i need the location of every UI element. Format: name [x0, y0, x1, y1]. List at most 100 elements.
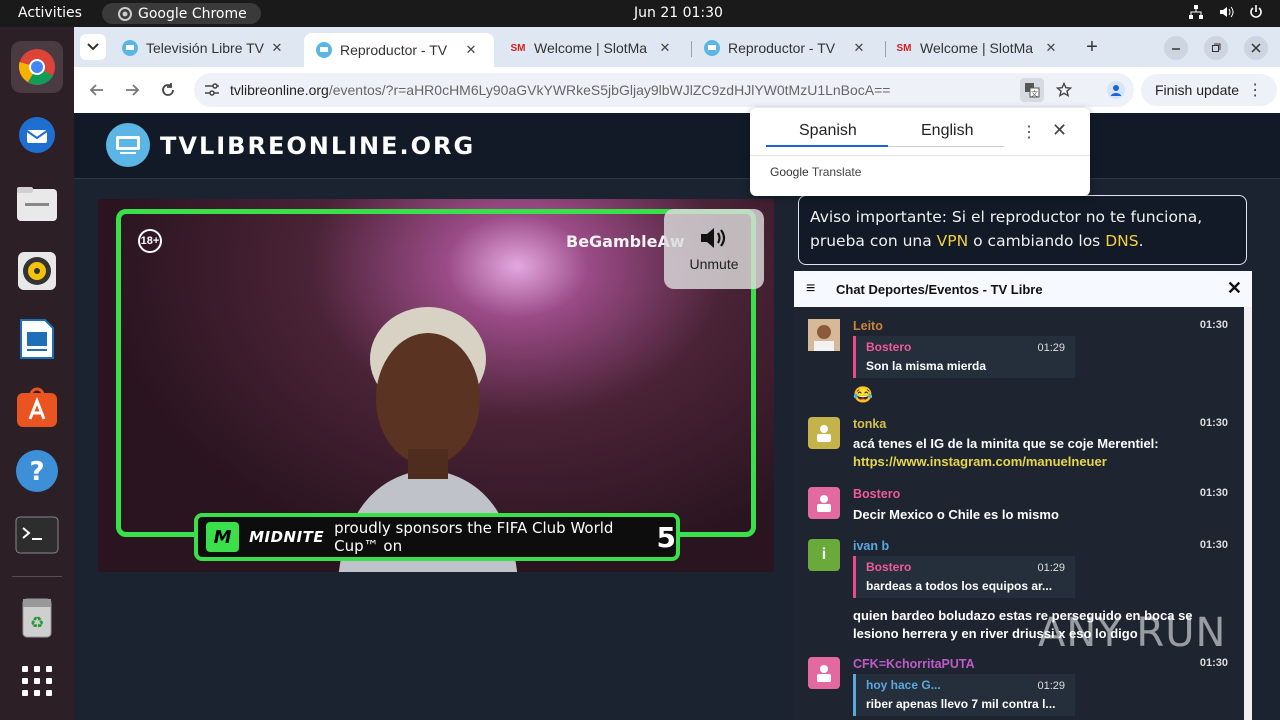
- dock-chrome[interactable]: [11, 41, 63, 93]
- tab-close-icon[interactable]: ✕: [268, 40, 286, 56]
- slotmate-icon: SM: [510, 42, 526, 54]
- translate-popup: Spanish English ⋮ ✕ Google Translate: [750, 108, 1090, 196]
- forward-button[interactable]: [119, 77, 145, 103]
- message-quote[interactable]: Bostero 01:29 Son la misma mierda: [853, 336, 1075, 378]
- tab-search-button[interactable]: [80, 34, 106, 60]
- tab-title: Welcome | SlotMa: [534, 40, 648, 56]
- tab-4[interactable]: SM Welcome | SlotMa ✕: [884, 33, 1074, 63]
- quote-time: 01:29: [1037, 680, 1065, 692]
- lang-english-tab[interactable]: English: [921, 122, 973, 140]
- message-author[interactable]: CFK=KchorritaPUTA: [853, 657, 975, 671]
- message-link[interactable]: https://www.instagram.com/manuelneuer: [853, 453, 1107, 471]
- app-menu[interactable]: Google Chrome: [102, 3, 261, 24]
- message-author[interactable]: tonka: [853, 417, 886, 431]
- unmute-button[interactable]: Unmute: [664, 209, 764, 289]
- more-vertical-icon[interactable]: ⋮: [1021, 122, 1037, 142]
- tab-close-icon[interactable]: ✕: [850, 40, 868, 56]
- svg-text:♻: ♻: [30, 613, 44, 632]
- tab-close-icon[interactable]: ✕: [462, 42, 480, 58]
- message-quote[interactable]: Bostero 01:29 bardeas a todos los equipo…: [853, 556, 1075, 598]
- dock-appcenter[interactable]: [11, 381, 63, 433]
- site-title[interactable]: TVLIBREONLINE.ORG: [160, 132, 475, 160]
- close-icon[interactable]: ✕: [1052, 120, 1067, 141]
- quote-time: 01:29: [1037, 562, 1065, 574]
- site-header: TVLIBREONLINE.ORG: [74, 113, 1280, 179]
- writer-icon: [20, 319, 54, 359]
- back-button[interactable]: [84, 77, 110, 103]
- tab-close-icon[interactable]: ✕: [1042, 40, 1060, 56]
- dock-thunderbird[interactable]: [11, 109, 63, 161]
- activities-button[interactable]: Activities: [18, 5, 82, 21]
- system-tray[interactable]: [1188, 4, 1264, 20]
- quote-author: Bostero: [866, 560, 912, 574]
- app-name: Google Chrome: [138, 5, 247, 22]
- message-time: 01:30: [1199, 319, 1228, 331]
- avatar-photo-icon: [808, 319, 840, 351]
- clock[interactable]: Jun 21 01:30: [634, 5, 723, 21]
- tab-0[interactable]: Televisión Libre TV ✕: [110, 33, 300, 63]
- new-tab-button[interactable]: +: [1079, 34, 1105, 60]
- tab-rule: [888, 146, 1004, 147]
- url-text: tvlibreonline.org/eventos/?r=aHR0cHM6Ly9…: [230, 82, 890, 98]
- important-notice: Aviso importante: Si el reproductor no t…: [798, 195, 1247, 265]
- star-icon[interactable]: [1056, 82, 1072, 98]
- google-word: Google: [770, 165, 809, 179]
- reload-button[interactable]: [155, 77, 181, 103]
- site-logo[interactable]: [106, 123, 150, 167]
- notice-text-2: o cambiando los: [968, 232, 1106, 250]
- message-author[interactable]: ivan b: [853, 539, 889, 553]
- quote-author: Bostero: [866, 340, 912, 354]
- avatar[interactable]: [808, 657, 840, 689]
- dock-rhythmbox[interactable]: [11, 245, 63, 297]
- popup-divider: [750, 155, 1090, 156]
- dock-writer[interactable]: [11, 313, 63, 365]
- site-info-icon[interactable]: [204, 83, 220, 97]
- tab-close-icon[interactable]: ✕: [656, 40, 674, 56]
- ad-frame: [116, 209, 756, 537]
- translate-button[interactable]: 文: [1020, 78, 1044, 102]
- dock-terminal[interactable]: [11, 509, 63, 561]
- lang-spanish-tab[interactable]: Spanish: [799, 122, 857, 140]
- menu-icon[interactable]: ≡: [806, 280, 820, 298]
- user-icon: [817, 665, 831, 682]
- chat-close-icon[interactable]: ✕: [1227, 278, 1242, 299]
- channel-logo: 5: [656, 520, 676, 554]
- quote-text: riber apenas llevo 7 mil contra l...: [866, 697, 1056, 711]
- avatar[interactable]: [808, 487, 840, 519]
- arrow-left-icon: [89, 84, 103, 96]
- avatar[interactable]: [808, 319, 840, 351]
- message-quote[interactable]: hoy hace G... 01:29 riber apenas llevo 7…: [853, 674, 1075, 716]
- finish-update-button[interactable]: Finish update ⋮: [1141, 74, 1278, 106]
- dock-app-grid[interactable]: [11, 655, 63, 707]
- video-player[interactable]: 18+ BeGambleAw Unmute M MIDNITE proudly …: [98, 199, 774, 572]
- dock-help[interactable]: ?: [11, 445, 63, 497]
- dock-files[interactable]: [11, 177, 63, 229]
- address-bar[interactable]: tvlibreonline.org/eventos/?r=aHR0cHM6Ly9…: [194, 73, 1134, 107]
- sponsor-text: proudly sponsors the FIFA Club World Cup…: [334, 519, 614, 555]
- unmute-label: Unmute: [689, 256, 739, 272]
- finish-update-label: Finish update: [1155, 82, 1240, 98]
- tab-1[interactable]: Reproductor - TV ✕: [304, 33, 494, 67]
- avatar[interactable]: [808, 417, 840, 449]
- dock-trash[interactable]: ♻: [11, 591, 63, 643]
- url-path: /eventos/?r=aHR0cHM6Ly90aGVkYWRkeS5jbGlj…: [328, 82, 891, 98]
- quote-text: bardeas a todos los equipos ar...: [866, 579, 1053, 593]
- tab-3[interactable]: Reproductor - TV ✕: [692, 33, 882, 63]
- profile-button[interactable]: [1103, 77, 1129, 103]
- quote-text: Son la misma mierda: [866, 359, 987, 373]
- more-vertical-icon: ⋮: [1247, 82, 1264, 99]
- close-window-button[interactable]: [1244, 36, 1268, 60]
- user-icon: [817, 495, 831, 512]
- maximize-button[interactable]: [1204, 36, 1228, 60]
- minimize-button[interactable]: [1164, 36, 1188, 60]
- svg-text:?: ?: [29, 457, 44, 487]
- avatar[interactable]: i: [808, 539, 840, 571]
- system-topbar: Activities Google Chrome Jun 21 01:30: [0, 0, 1280, 27]
- vpn-link[interactable]: VPN: [937, 232, 969, 250]
- tab-2[interactable]: SM Welcome | SlotMa ✕: [498, 33, 688, 63]
- chat-scrollbar[interactable]: [1244, 307, 1252, 720]
- dns-link[interactable]: DNS: [1105, 232, 1138, 250]
- message-author[interactable]: Leito: [853, 319, 883, 333]
- message-author[interactable]: Bostero: [853, 487, 900, 501]
- message-time: 01:30: [1199, 417, 1228, 429]
